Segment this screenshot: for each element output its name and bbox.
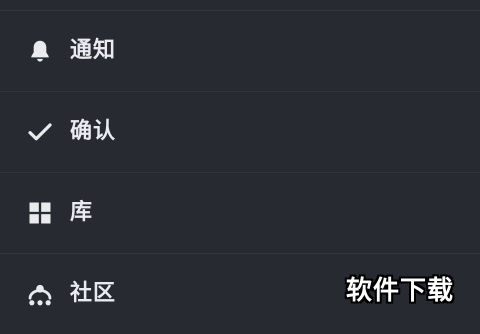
checkmark-icon — [26, 118, 54, 146]
grid-icon — [26, 199, 54, 227]
menu-item-confirm[interactable]: 确认 — [0, 92, 480, 172]
menu-item-label: 通知 — [70, 38, 117, 63]
watermark-text: 软件下载 — [346, 276, 455, 306]
bell-icon — [26, 37, 54, 65]
side-menu: 通知 确认 库 社区 — [0, 0, 480, 320]
community-icon — [26, 280, 54, 308]
menu-item-label: 社区 — [70, 281, 117, 306]
menu-item-notifications[interactable]: 通知 — [0, 11, 480, 91]
menu-item-library[interactable]: 库 — [0, 173, 480, 253]
menu-item-label: 确认 — [70, 119, 117, 144]
menu-item-label: 库 — [70, 200, 94, 225]
